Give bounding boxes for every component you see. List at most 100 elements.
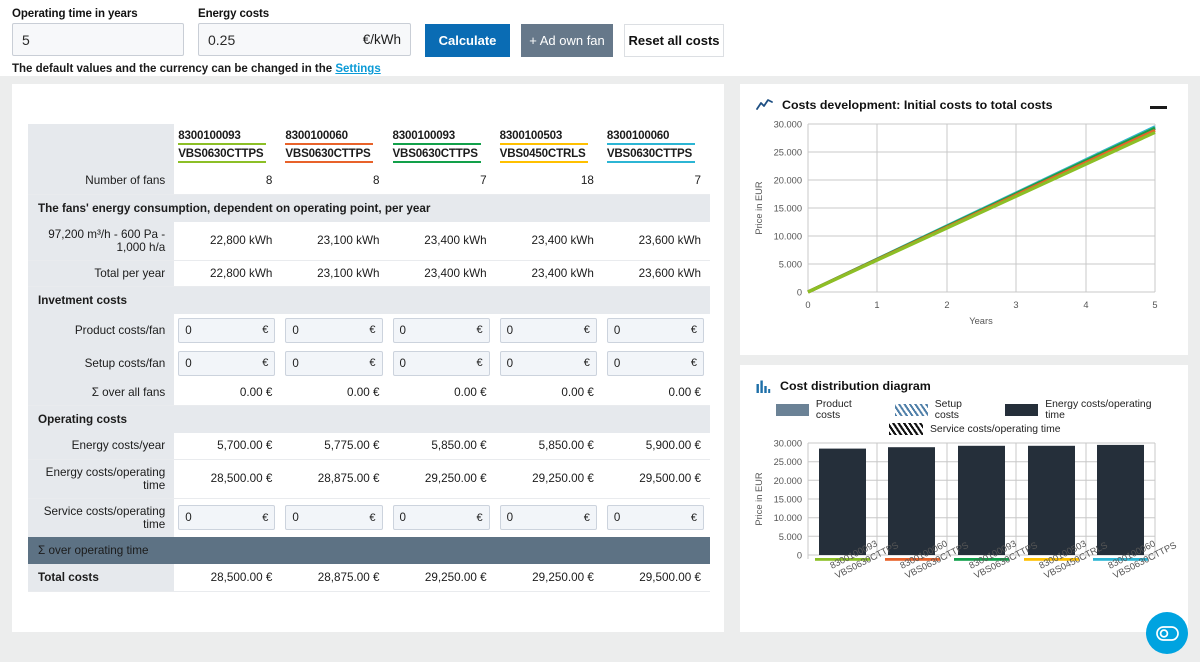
service-costs-value-0: 0: [185, 511, 192, 524]
cost-distribution-title: Cost distribution diagram: [780, 379, 931, 393]
reset-all-costs-button[interactable]: Reset all costs: [624, 24, 724, 57]
column-header-type-1: VBS0630CTTPS: [285, 147, 374, 163]
cookie-consent-button[interactable]: [1146, 612, 1188, 654]
energy-costs-year-4: 5,900.00 €: [602, 433, 710, 460]
operating-point-2: 23,400 kWh: [388, 221, 496, 261]
table-row-total-costs: Total costs 28,500.00 € 28,875.00 € 29,2…: [28, 563, 710, 592]
energy-costs-op-1: 28,875.00 €: [281, 459, 389, 499]
column-header-id-3: 8300100503: [499, 129, 588, 145]
section-title-operating-costs: Operating costs: [28, 405, 710, 433]
minimize-button[interactable]: [1150, 101, 1168, 113]
column-header-0[interactable]: 8300100093 VBS0630CTTPS: [174, 124, 281, 168]
svg-text:10.000: 10.000: [774, 513, 802, 523]
bar-y-axis-ticks: 30.000 25.000 20.000 15.000 10.000 5.000…: [774, 439, 802, 561]
energy-costs-input[interactable]: 0.25 €/kWh: [198, 23, 411, 56]
legend-item-product-costs: Product costs: [776, 399, 877, 421]
costs-development-card: Costs development: Initial costs to tota…: [740, 84, 1188, 355]
legend-label-service-costs: Service costs/operating time: [930, 423, 1061, 435]
product-costs-input-2[interactable]: 0 €: [392, 317, 490, 343]
operating-time-label: Operating time in years: [12, 8, 138, 20]
setup-costs-input-4[interactable]: 0 €: [606, 350, 704, 376]
service-costs-input-1[interactable]: 0 €: [285, 505, 383, 530]
bar-1: [888, 447, 935, 555]
operating-time-input[interactable]: 5: [12, 23, 184, 56]
service-costs-input-3[interactable]: 0 €: [499, 505, 597, 530]
service-costs-input-4[interactable]: 0 €: [606, 505, 704, 530]
svg-text:0: 0: [805, 300, 810, 310]
column-header-id-0: 8300100093: [178, 129, 267, 145]
currency-symbol: €: [690, 511, 697, 524]
cost-distribution-plot: 30.000 25.000 20.000 15.000 10.000 5.000…: [754, 439, 1178, 581]
bar-chart-legend: Product costs Setup costs Energy costs/o…: [740, 393, 1188, 435]
column-header-id-2: 8300100093: [392, 129, 481, 145]
legend-label-energy-costs: Energy costs/operating time: [1045, 399, 1152, 421]
setup-costs-input-1[interactable]: 0 €: [285, 350, 383, 376]
costs-development-plot: 30.000 25.000 20.000 15.000 10.000 5.000…: [754, 120, 1158, 327]
sum-all-fans-3: 0.00 €: [495, 379, 603, 406]
number-of-fans-3: 18: [495, 168, 603, 195]
total-costs-3: 29,250.00 €: [495, 563, 603, 592]
add-own-fan-button-label: + Ad own fan: [529, 33, 605, 48]
costs-development-header: Costs development: Initial costs to tota…: [740, 84, 1188, 112]
bar-2: [958, 445, 1005, 555]
setup-costs-cell-1: 0 €: [281, 347, 388, 380]
setup-costs-input-0[interactable]: 0 €: [178, 350, 276, 376]
add-own-fan-button[interactable]: + Ad own fan: [521, 24, 613, 57]
app-root: Operating time in years 5 Energy costs 0…: [0, 0, 1200, 662]
currency-symbol: €: [583, 511, 590, 524]
column-header-4[interactable]: 8300100060 VBS0630CTTPS: [603, 124, 710, 168]
service-costs-cell-3: 0 €: [496, 498, 603, 537]
row-label-setup-costs: Setup costs/fan: [28, 346, 175, 380]
number-of-fans-1: 8: [281, 168, 389, 195]
settings-link[interactable]: Settings: [335, 63, 380, 75]
total-per-year-0: 22,800 kWh: [174, 260, 282, 287]
product-costs-input-0[interactable]: 0 €: [178, 317, 276, 343]
legend-item-energy-costs: Energy costs/operating time: [1005, 399, 1170, 421]
service-costs-input-0[interactable]: 0 €: [178, 505, 276, 530]
operating-point-4: 23,600 kWh: [602, 221, 710, 261]
table-row-operating-point: 97,200 m³/h - 600 Pa - 1,000 h/a 22,800 …: [28, 221, 710, 261]
legend-row-2: Service costs/operating time: [889, 423, 1188, 435]
product-costs-input-1[interactable]: 0 €: [285, 317, 383, 343]
product-costs-value-0: 0: [185, 323, 192, 337]
currency-symbol: €: [476, 357, 483, 369]
setup-costs-input-2[interactable]: 0 €: [392, 350, 490, 376]
column-header-id-1: 8300100060: [285, 129, 374, 145]
svg-text:25.000: 25.000: [774, 148, 802, 158]
product-costs-input-4[interactable]: 0 €: [606, 317, 704, 343]
service-costs-value-1: 0: [292, 511, 299, 524]
product-costs-input-3[interactable]: 0 €: [499, 317, 597, 343]
column-header-2[interactable]: 8300100093 VBS0630CTTPS: [389, 124, 496, 168]
column-header-1[interactable]: 8300100060 VBS0630CTTPS: [281, 124, 388, 168]
svg-text:25.000: 25.000: [774, 457, 802, 467]
service-costs-input-2[interactable]: 0 €: [392, 505, 490, 530]
currency-symbol: €: [262, 357, 269, 369]
total-per-year-2: 23,400 kWh: [388, 260, 496, 287]
currency-symbol: €: [262, 511, 269, 524]
service-costs-cell-0: 0 €: [174, 498, 281, 537]
cost-distribution-header: Cost distribution diagram: [740, 365, 1188, 393]
section-title-investment-costs: Invetment costs: [28, 286, 710, 314]
operating-point-3: 23,400 kWh: [495, 221, 603, 261]
legend-swatch-product-costs: [776, 404, 809, 416]
section-title-energy-consumption: The fans' energy consumption, dependent …: [28, 194, 710, 222]
calculate-button[interactable]: Calculate: [425, 24, 510, 57]
row-label-number-of-fans: Number of fans: [28, 168, 175, 195]
column-header-3[interactable]: 8300100503 VBS0450CTRLS: [496, 124, 603, 168]
energy-costs-op-0: 28,500.00 €: [174, 459, 282, 499]
setup-costs-input-3[interactable]: 0 €: [499, 350, 597, 376]
svg-text:15.000: 15.000: [774, 495, 802, 505]
table-section-energy-consumption: The fans' energy consumption, dependent …: [28, 194, 710, 222]
number-of-fans-0: 8: [174, 168, 282, 195]
total-costs-4: 29,500.00 €: [602, 563, 710, 592]
series-line-0: [807, 130, 1156, 294]
table-section-sum-operating-time: Σ over operating time: [28, 536, 710, 564]
service-costs-cell-2: 0 €: [389, 498, 496, 537]
sum-all-fans-1: 0.00 €: [281, 379, 389, 406]
table-row-service-costs-operating-time: Service costs/operating time 0 € 0 € 0 €…: [28, 498, 710, 537]
cost-distribution-card: Cost distribution diagram Product costs …: [740, 365, 1188, 632]
setup-costs-cell-3: 0 €: [496, 347, 603, 380]
svg-text:0: 0: [797, 551, 802, 561]
row-label-total-per-year: Total per year: [28, 260, 175, 287]
setup-costs-cell-2: 0 €: [389, 347, 496, 380]
